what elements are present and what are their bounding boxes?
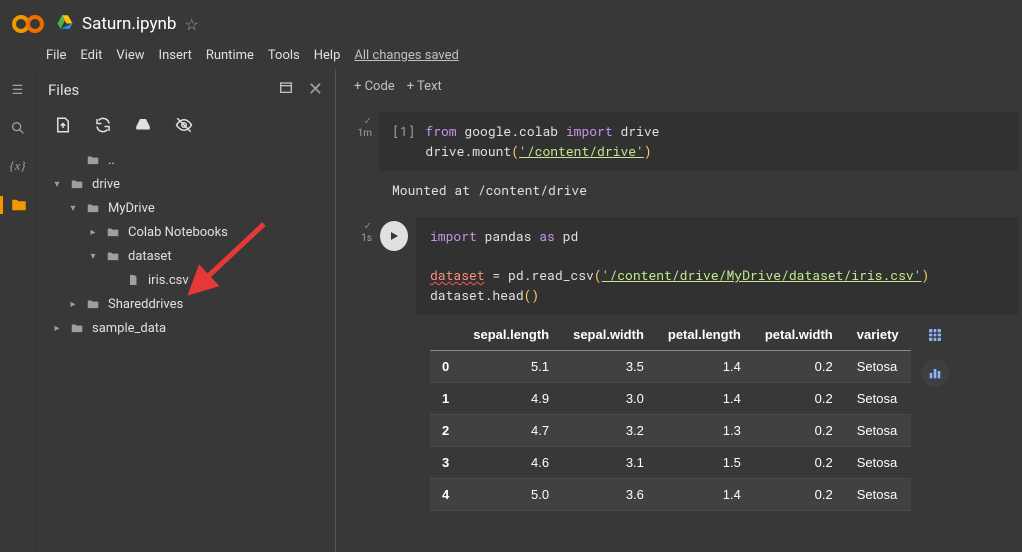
table-header: petal.length [656, 319, 753, 351]
upload-icon[interactable] [54, 116, 72, 138]
menu-help[interactable]: Help [314, 48, 341, 63]
menu-bar: File Edit View Insert Runtime Tools Help… [0, 44, 1022, 69]
code-cell-1[interactable]: ✓ 1m [1] from google.colab import drive … [336, 112, 1018, 209]
mount-drive-icon[interactable] [134, 116, 152, 138]
search-icon[interactable] [0, 120, 35, 136]
menu-file[interactable]: File [46, 48, 66, 63]
cell1-output: Mounted at /content/drive [378, 171, 1018, 209]
files-icon[interactable] [0, 196, 35, 214]
notebook-toolbar: + Code + Text [336, 69, 1022, 104]
toc-icon[interactable]: ☰ [0, 83, 35, 98]
tree-mydrive[interactable]: ▾MyDrive [52, 196, 323, 220]
menu-view[interactable]: View [116, 48, 144, 63]
menu-runtime[interactable]: Runtime [206, 48, 254, 63]
colab-logo-icon [10, 6, 46, 42]
tree-sample[interactable]: ▸sample_data [52, 316, 323, 340]
table-header [430, 319, 461, 351]
tree-dataset[interactable]: ▾dataset [52, 244, 323, 268]
table-header: variety [845, 319, 911, 351]
save-status[interactable]: All changes saved [354, 48, 459, 63]
variables-icon[interactable]: {x} [0, 158, 35, 174]
table-header: petal.width [753, 319, 845, 351]
notebook-area: + Code + Text ✓ 1m [1] from google.colab… [336, 69, 1022, 552]
tree-iris-csv[interactable]: iris.csv [52, 268, 323, 292]
refresh-icon[interactable] [94, 116, 112, 138]
cell2-output: sepal.lengthsepal.widthpetal.lengthpetal… [416, 315, 1018, 521]
app-header: Saturn.ipynb ☆ [0, 0, 1022, 44]
tree-colab[interactable]: ▸Colab Notebooks [52, 220, 323, 244]
cell2-time: 1s [361, 233, 372, 244]
files-panel: Files ✕ .. ▾drive ▾MyDrive ▸Colab Notebo… [36, 69, 336, 552]
menu-edit[interactable]: Edit [80, 48, 102, 63]
close-icon[interactable]: ✕ [308, 79, 323, 100]
cell1-time: 1m [358, 128, 372, 139]
check-icon: ✓ [364, 221, 372, 232]
new-window-icon[interactable] [278, 79, 294, 100]
view-table-icon[interactable] [921, 321, 949, 349]
table-row: 34.63.11.50.2Setosa [430, 447, 911, 479]
dataframe-table: sepal.lengthsepal.widthpetal.lengthpetal… [430, 319, 911, 511]
menu-tools[interactable]: Tools [268, 48, 300, 63]
left-rail: ☰ {x} [0, 69, 36, 552]
table-header: sepal.width [561, 319, 656, 351]
notebook-title[interactable]: Saturn.ipynb [82, 14, 176, 34]
tree-drive[interactable]: ▾drive [52, 172, 323, 196]
menu-insert[interactable]: Insert [159, 48, 192, 63]
code-cell-2[interactable]: ✓ 1s import pandas as pd dataset = pd.re… [336, 217, 1018, 521]
table-row: 45.03.61.40.2Setosa [430, 479, 911, 511]
cell1-code[interactable]: [1] from google.colab import drive drive… [378, 112, 1018, 171]
check-icon: ✓ [364, 116, 372, 127]
table-row: 05.13.51.40.2Setosa [430, 351, 911, 383]
files-panel-title: Files [48, 81, 79, 99]
table-row: 24.73.21.30.2Setosa [430, 415, 911, 447]
file-tree: .. ▾drive ▾MyDrive ▸Colab Notebooks ▾dat… [48, 148, 323, 340]
table-row: 14.93.01.40.2Setosa [430, 383, 911, 415]
tree-updir[interactable]: .. [52, 148, 323, 172]
star-icon[interactable]: ☆ [184, 15, 198, 34]
hidden-files-icon[interactable] [174, 116, 194, 138]
tree-shared[interactable]: ▸Shareddrives [52, 292, 323, 316]
files-toolbar [48, 100, 323, 148]
add-code-button[interactable]: + Code [354, 79, 395, 94]
table-header: sepal.length [461, 319, 561, 351]
cell2-code[interactable]: import pandas as pd dataset = pd.read_cs… [416, 217, 1018, 315]
google-drive-icon [56, 13, 74, 35]
run-cell-button[interactable] [380, 221, 408, 251]
cell1-prompt: [1] [392, 122, 415, 142]
add-text-button[interactable]: + Text [407, 79, 442, 94]
view-chart-icon[interactable] [921, 359, 949, 387]
